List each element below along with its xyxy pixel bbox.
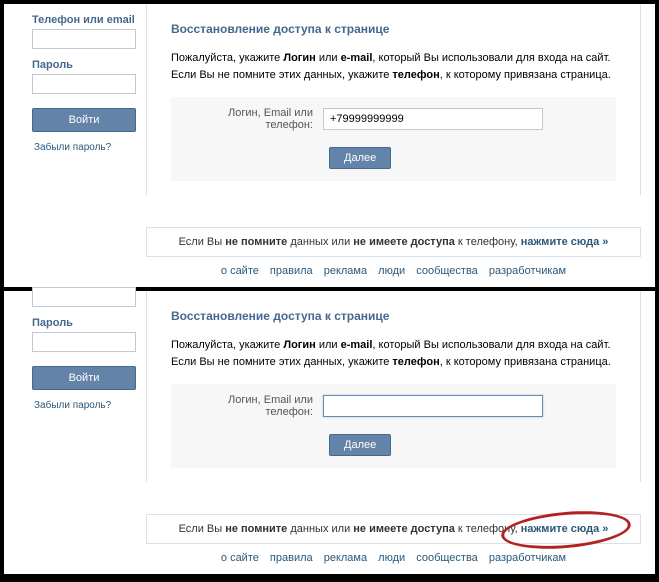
next-button[interactable]: Далее bbox=[329, 147, 391, 169]
help-link[interactable]: нажмите сюда » bbox=[521, 523, 609, 535]
restore-input[interactable] bbox=[323, 108, 543, 130]
footer-link[interactable]: о сайте bbox=[221, 552, 259, 564]
footer-link[interactable]: реклама bbox=[324, 265, 367, 277]
password-input[interactable] bbox=[32, 332, 136, 352]
login-input[interactable] bbox=[32, 29, 136, 49]
restore-input-label: Логин, Email или телефон: bbox=[183, 394, 313, 418]
description: Пожалуйста, укажите Логин или e-mail, ко… bbox=[171, 337, 616, 370]
password-label: Пароль bbox=[32, 59, 136, 71]
help-bar: Если Вы не помните данных или не имеете … bbox=[146, 514, 641, 544]
page-title: Восстановление доступа к странице bbox=[171, 309, 616, 323]
login-button[interactable]: Войти bbox=[32, 366, 136, 390]
footer-link[interactable]: правила bbox=[270, 552, 313, 564]
password-label: Пароль bbox=[32, 317, 136, 329]
page-title: Восстановление доступа к странице bbox=[171, 22, 616, 36]
password-input[interactable] bbox=[32, 74, 136, 94]
footer-link[interactable]: люди bbox=[378, 552, 405, 564]
forgot-password-link[interactable]: Забыли пароль? bbox=[34, 400, 136, 411]
forgot-password-link[interactable]: Забыли пароль? bbox=[34, 142, 136, 153]
login-label: Телефон или email bbox=[32, 14, 136, 26]
footer-link[interactable]: реклама bbox=[324, 552, 367, 564]
footer-link[interactable]: сообщества bbox=[416, 552, 478, 564]
footer-link[interactable]: люди bbox=[378, 265, 405, 277]
description: Пожалуйста, укажите Логин или e-mail, ко… bbox=[171, 50, 616, 83]
login-button[interactable]: Войти bbox=[32, 108, 136, 132]
help-link[interactable]: нажмите сюда » bbox=[521, 236, 609, 248]
footer-links: о сайте правила реклама люди сообщества … bbox=[146, 257, 641, 287]
help-bar: Если Вы не помните данных или не имеете … bbox=[146, 227, 641, 257]
footer-link[interactable]: разработчикам bbox=[489, 552, 566, 564]
footer-links: о сайте правила реклама люди сообщества … bbox=[146, 544, 641, 574]
footer-link[interactable]: правила bbox=[270, 265, 313, 277]
login-input[interactable] bbox=[32, 287, 136, 307]
next-button[interactable]: Далее bbox=[329, 434, 391, 456]
restore-input[interactable] bbox=[323, 395, 543, 417]
footer-link[interactable]: о сайте bbox=[221, 265, 259, 277]
footer-link[interactable]: сообщества bbox=[416, 265, 478, 277]
footer-link[interactable]: разработчикам bbox=[489, 265, 566, 277]
restore-input-label: Логин, Email или телефон: bbox=[183, 107, 313, 131]
